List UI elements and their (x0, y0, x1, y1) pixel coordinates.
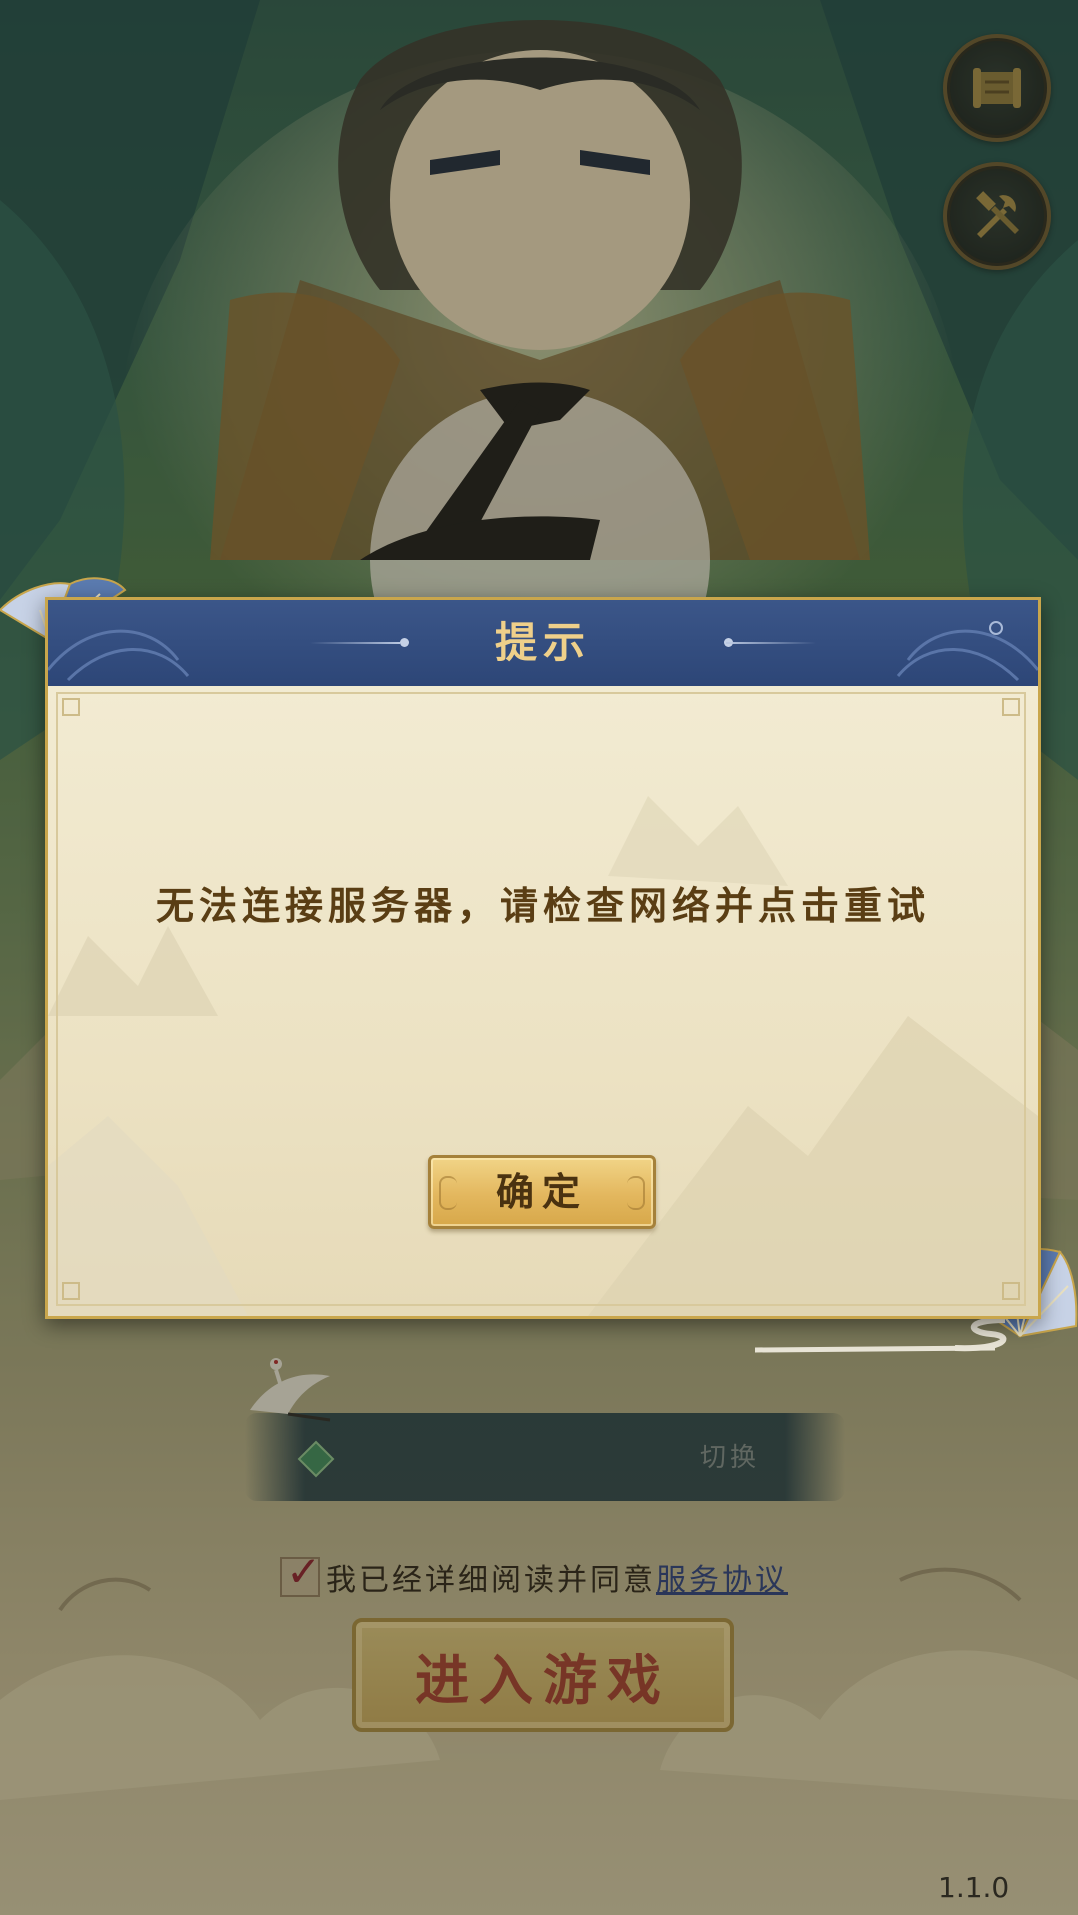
frame-corner (1002, 698, 1020, 716)
confirm-button[interactable]: 确定 (428, 1155, 656, 1229)
confirm-button-label: 确定 (495, 1169, 588, 1214)
frame-corner (62, 1282, 80, 1300)
dialog-message: 无法连接服务器，请检查网络并点击重试 (155, 883, 930, 928)
dialog-title: 提示 (494, 618, 591, 667)
game-login-screen: 切换 ✓ 我已经详细阅读并同意 服务协议 进入游戏 1.1.0 提示 无法连接服… (0, 0, 1078, 1915)
frame-corner (62, 698, 80, 716)
title-divider-right (726, 642, 816, 644)
alert-dialog: 提示 无法连接服务器，请检查网络并点击重试 确定 (45, 597, 1041, 1319)
dialog-header: 提示 (48, 600, 1038, 688)
button-ornament-right (627, 1176, 645, 1210)
frame-corner (1002, 1282, 1020, 1300)
